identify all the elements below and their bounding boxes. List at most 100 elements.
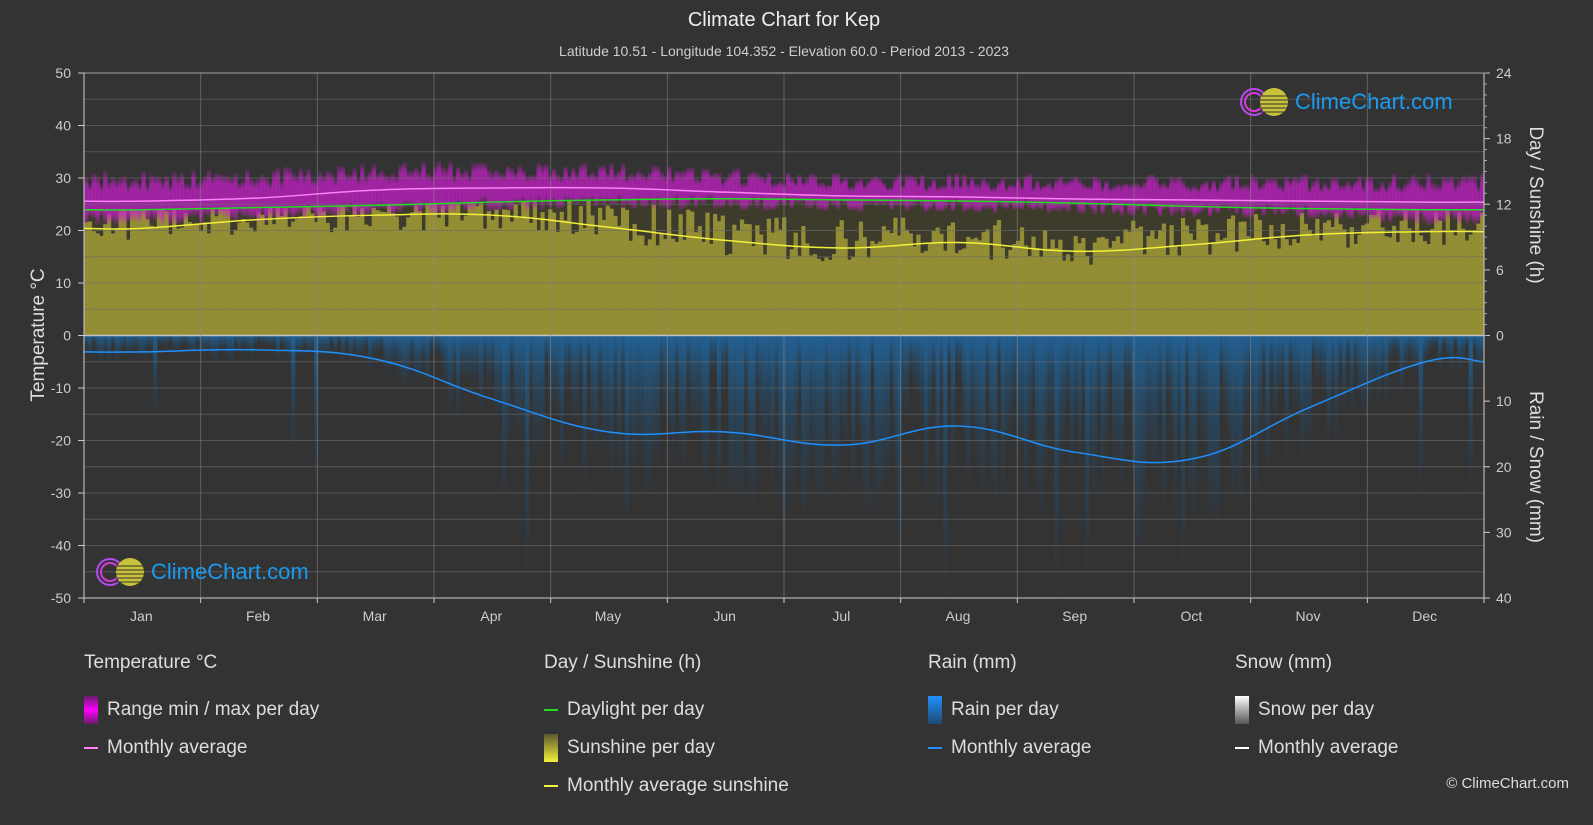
sunshine-day-bar [1460,228,1466,336]
legend-item-daylight: Daylight per day [544,691,789,729]
rain-day-bar [1407,335,1412,357]
rain-day-bar [337,335,342,344]
sunshine-day-bar [429,203,434,336]
rain-day-bar [1019,335,1025,442]
rain-swatch [928,696,942,724]
sunshine-day-bar [1223,237,1228,336]
sunshine-day-bar [1215,233,1220,336]
sunshine-day-bar [279,216,284,336]
rain-day-bar [824,335,829,408]
sunshine-day-bar [356,216,361,336]
rain-day-bar [410,335,415,359]
sunshine-day-bar [283,208,288,336]
temp-range-day-bar [1238,185,1243,209]
rain-day-bar [1073,335,1078,428]
sunshine-day-bar [1326,220,1331,336]
rain-day-bar [1464,335,1470,349]
sunshine-day-bar [1062,260,1067,336]
temp-range-day-bar [479,162,484,205]
right-top-axis-label: Day / Sunshine (h) [1525,126,1546,283]
rain-day-bar [1177,335,1182,444]
temp-range-day-bar [1414,177,1420,225]
temp-range-day-bar [674,170,679,200]
rain-day-bar [889,335,894,394]
rain-day-bar [1058,335,1063,476]
temp-range-day-bar [1246,184,1251,218]
rain-day-bar [1296,335,1301,413]
sunshine-day-bar [973,237,979,336]
rain-day-bar [1023,335,1028,497]
temp-range-day-bar [145,185,150,222]
sunshine-day-bar [1180,218,1186,336]
temp-range-day-bar [1142,182,1147,216]
rain-day-bar [1065,335,1071,406]
temp-range-day-bar [590,172,595,201]
rain-day-bar [1119,335,1124,489]
sunshine-day-bar [993,225,998,336]
temp-range-day-bar [893,178,898,206]
temp-range-day-bar [1207,187,1213,217]
month-label: May [595,608,621,624]
rain-day-bar [1115,335,1121,468]
rain-day-bar [816,335,821,505]
temp-range-day-bar [1096,178,1101,206]
rain-day-bar [1460,335,1466,364]
sunshine-day-bar [287,226,292,336]
rain-day-bar [367,335,373,372]
temp-range-day-bar [1391,173,1397,218]
rain-day-bar [935,335,940,515]
sunshine-day-bar [1322,222,1328,336]
rain-day-bar [586,335,591,375]
legend-item-temp-avg: Monthly average [84,729,319,767]
rain-day-bar [1027,335,1032,436]
sunshine-day-bar [463,215,468,336]
sunshine-day-bar [153,226,158,336]
month-label: Feb [246,608,270,624]
sunshine-day-bar [172,209,177,336]
sunshine-day-bar [84,222,89,336]
temp-range-day-bar [536,163,541,203]
sunshine-day-bar [1257,220,1262,336]
temp-range-day-bar [1065,180,1071,212]
rain-day-bar [199,335,204,355]
rain-day-bar [812,335,818,484]
rain-day-bar [970,335,975,418]
rain-day-bar [947,335,952,376]
temp-range-day-bar [682,170,687,209]
temp-range-day-bar [1411,174,1416,221]
temp-range-day-bar [770,183,775,210]
sunshine-day-bar [954,253,959,336]
sunshine-day-bar [521,202,526,336]
rain-day-bar [110,335,116,346]
rain-avg-swatch [928,747,942,749]
sunshine-day-bar [594,234,599,336]
temp-range-day-bar [471,163,476,211]
legend-label: Monthly average [1258,737,1399,758]
rain-day-bar [793,335,798,474]
rain-day-bar [1307,335,1312,449]
rain-day-bar [275,335,281,363]
sunshine-day-bar [1219,239,1224,336]
sunshine-day-bar [678,214,683,336]
rain-day-bar [705,335,710,484]
sunshine-day-bar [103,224,108,336]
sunshine-day-bar [1131,220,1136,336]
legend-label: Sunshine per day [567,737,715,758]
right-bottom-tick-label: 30 [1496,524,1512,540]
sunshine-day-bar [1234,251,1239,336]
rain-day-bar [789,335,794,506]
rain-day-bar [398,335,403,380]
rain-day-bar [1104,335,1109,453]
sunshine-day-bar [260,214,265,336]
sunshine-day-bar [1142,254,1147,336]
rain-day-bar [283,335,288,351]
sunshine-day-bar [321,211,327,336]
logo-top-right[interactable]: ClimeChart.com [1239,87,1453,117]
sunshine-day-bar [824,257,829,336]
rain-day-bar [1368,335,1374,402]
grid-layer [83,72,1485,599]
rain-day-bar [256,335,261,343]
logo-bottom-left[interactable]: ClimeChart.com [95,557,309,587]
sunshine-day-bar [1000,247,1005,336]
legend-label: Rain per day [951,699,1059,720]
